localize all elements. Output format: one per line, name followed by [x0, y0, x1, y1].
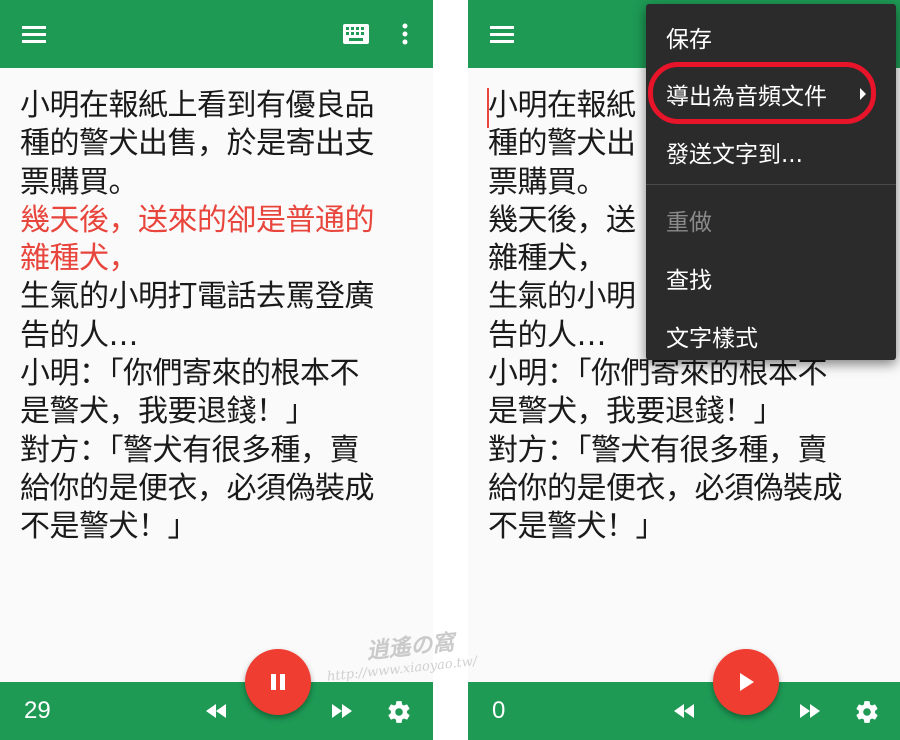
fast-forward-icon[interactable] — [798, 704, 822, 718]
text-line: 給你的是便衣，必須偽裝成 — [20, 470, 375, 506]
pause-icon — [269, 673, 287, 691]
hamburger-menu-icon[interactable] — [490, 24, 514, 44]
progress-counter: 29 — [24, 697, 51, 724]
text-line: 對方：「警犬有很多種，賣 — [488, 432, 828, 468]
text-line: 雜種犬， — [20, 241, 139, 277]
gear-icon[interactable] — [854, 699, 880, 725]
player-bar — [0, 682, 433, 740]
left-screen: 小明在報紙上看到有優良品 種的警犬出售，於是寄出支 票購買。 幾天後，送來的卻是普通的… — [0, 0, 433, 740]
text-line: 給你的是便衣，必須偽裝成 — [488, 470, 843, 506]
pause-button[interactable] — [245, 649, 311, 715]
hamburger-menu-icon[interactable] — [22, 24, 46, 44]
progress-counter: 0 — [492, 697, 506, 724]
text-line: 種的警犬出售，於是寄出支 — [20, 126, 375, 162]
rewind-icon[interactable] — [204, 704, 228, 718]
menu-item-redo: 重做 — [666, 210, 712, 236]
rewind-icon[interactable] — [672, 704, 696, 718]
keyboard-icon[interactable] — [343, 24, 369, 44]
gear-icon[interactable] — [386, 699, 412, 725]
text-line: 票購買。 — [20, 164, 139, 200]
text-line: 不是警犬！」 — [488, 509, 666, 545]
text-line: 小明：「你們寄來的根本不 — [20, 356, 360, 392]
play-button[interactable] — [713, 649, 779, 715]
text-line: 對方：「警犬有很多種，賣 — [20, 432, 360, 468]
menu-item-save[interactable]: 保存 — [666, 20, 712, 54]
annotation-highlight-ring — [648, 62, 876, 124]
text-line: 不是警犬！」 — [20, 509, 198, 545]
menu-item-text-style[interactable]: 文字樣式 — [666, 319, 758, 353]
text-line: 生氣的小明打電話去罵登廣 — [20, 279, 375, 315]
menu-item-send-text[interactable]: 發送文字到... — [666, 135, 803, 169]
fast-forward-icon[interactable] — [330, 704, 354, 718]
text-line: 是警犬，我要退錢！」 — [20, 394, 316, 430]
text-line: 幾天後，送來的卻是普通的 — [20, 202, 375, 238]
text-line: 小明在報紙上看到有優良品 — [20, 88, 375, 123]
text-line: 小明：「你們寄來的根本不 — [488, 356, 828, 392]
player-bar — [468, 682, 900, 740]
text-line: 是警犬，我要退錢！」 — [488, 394, 784, 430]
text-cursor — [487, 88, 489, 128]
overflow-menu: 保存 導出為音頻文件 發送文字到... 重做 查找 文字樣式 — [646, 4, 896, 360]
menu-divider — [646, 184, 896, 185]
play-icon — [739, 672, 755, 692]
app-bar — [0, 0, 433, 68]
text-line: 告的人… — [20, 317, 139, 353]
text-editor[interactable]: 小明在報紙上看到有優良品 種的警犬出售，於是寄出支 票購買。 幾天後，送來的卻是普通的… — [20, 87, 420, 547]
more-vert-icon[interactable] — [402, 22, 408, 46]
menu-item-find[interactable]: 查找 — [666, 261, 712, 295]
